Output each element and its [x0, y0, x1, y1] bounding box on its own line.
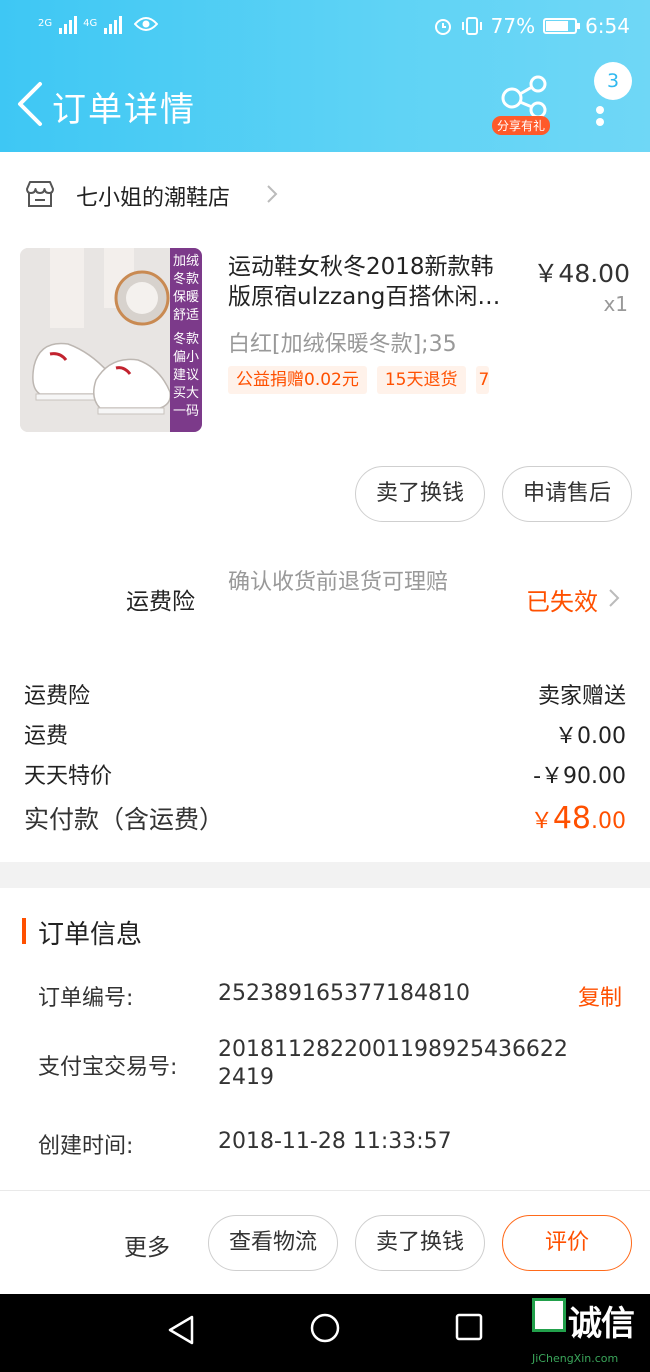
alipay-trade-label: 支付宝交易号: [38, 1055, 178, 1080]
fee-row-discount: 天天特价 -￥90.00 [24, 758, 626, 790]
created-time-value: 2018-11-28 11:33:57 [218, 1129, 452, 1154]
image-promo-word: 冬款 [172, 272, 199, 287]
message-count-badge[interactable]: 3 [594, 62, 632, 100]
app-header: 2G 4G 77% 6:54 订单详情 分享有礼 3 [0, 0, 650, 152]
shipping-insurance-desc: 确认收货前退货可理赔 [228, 570, 449, 595]
fee-value: ￥0.00 [555, 724, 626, 749]
product-title[interactable]: 运动鞋女秋冬2018新款韩 版原宿ulzzang百搭休闲… [228, 252, 528, 312]
battery-icon [543, 18, 581, 34]
total-paid-label: 实付款（含运费） [24, 805, 225, 834]
charity-tag: 公益捐赠0.02元 [228, 366, 367, 394]
total-currency: ￥ [530, 809, 553, 834]
battery-percent: 77% [490, 14, 536, 38]
page-title: 订单详情 [52, 90, 196, 130]
watermark-url: JiChengXin.com [532, 1352, 619, 1365]
image-promo-word: 建议 [172, 368, 199, 383]
fee-row-insurance: 运费险 卖家赠送 [24, 678, 626, 710]
fee-label: 运费险 [24, 684, 91, 709]
image-promo-word: 保暖 [172, 290, 199, 305]
total-decimal: .00 [591, 809, 626, 834]
product-spec: 白红[加绒保暖冬款];35 [228, 332, 457, 357]
section-accent-bar [22, 918, 26, 944]
watermark: 诚信 JiChengXin.com [532, 1296, 650, 1372]
alarm-icon [434, 19, 451, 35]
product-quantity: x1 [603, 292, 628, 316]
nav-recent-apps-icon[interactable] [455, 1313, 483, 1341]
fee-label: 运费 [24, 724, 69, 749]
fee-row-shipping: 运费 ￥0.00 [24, 718, 626, 750]
image-promo-text: 加绒 冬款 保暖 舒适 冬款 偏小 建议 买大 一码 [170, 254, 202, 422]
fee-value: 卖家赠送 [537, 684, 626, 709]
eye-icon [134, 17, 159, 31]
order-number-value: 252389165377184810 [218, 981, 470, 1006]
image-promo-word: 舒适 [172, 308, 199, 323]
shop-name[interactable]: 七小姐的潮鞋店 [76, 180, 230, 212]
vibrate-icon [461, 17, 482, 35]
more-actions-link[interactable]: 更多 [124, 1228, 170, 1262]
sell-exchange-item-button[interactable]: 卖了换钱 [355, 466, 485, 522]
created-time-label: 创建时间: [38, 1134, 134, 1159]
product-image[interactable]: 加绒 冬款 保暖 舒适 冬款 偏小 建议 买大 一码 [20, 248, 202, 432]
clock: 6:54 [585, 14, 630, 38]
store-icon [26, 181, 54, 207]
product-price: ￥48.00 [533, 259, 630, 288]
product-title-line-1: 运动鞋女秋冬2018新款韩 [228, 254, 494, 280]
extra-tag: 7 [475, 366, 489, 394]
order-number-label: 订单编号: [38, 986, 134, 1011]
network-type-1: 2G [38, 18, 53, 29]
review-button[interactable]: 评价 [502, 1215, 632, 1271]
signal-icon-2 [104, 14, 123, 34]
alipay-trade-line-1: 2018112822001198925436622 [218, 1037, 568, 1062]
fee-label: 天天特价 [24, 764, 113, 789]
copy-button[interactable]: 复制 [578, 980, 622, 1012]
image-promo-word: 冬款 [172, 332, 199, 347]
watermark-text: 诚信 [568, 1304, 635, 1344]
fee-value: -￥90.00 [533, 764, 626, 789]
image-promo-word: 一码 [172, 404, 199, 419]
product-title-line-2: 版原宿ulzzang百搭休闲… [228, 284, 501, 310]
nav-back-icon[interactable] [166, 1314, 196, 1346]
nav-home-icon[interactable] [309, 1312, 341, 1344]
bottom-bar-divider [0, 1190, 650, 1191]
image-promo-word: 买大 [172, 386, 199, 401]
order-info-title: 订单信息 [38, 920, 143, 950]
alipay-trade-value: 2018112822001198925436622 2419 [218, 1036, 568, 1092]
watermark-logo-icon [532, 1298, 566, 1332]
total-integer: 48 [552, 801, 591, 836]
return-policy-tag: 15天退货 [376, 366, 466, 394]
back-arrow-icon[interactable] [12, 80, 52, 128]
sell-exchange-button[interactable]: 卖了换钱 [355, 1215, 485, 1271]
share-button[interactable]: 分享有礼 [490, 72, 556, 136]
view-logistics-button[interactable]: 查看物流 [208, 1215, 338, 1271]
signal-icon [59, 14, 78, 34]
image-promo-word: 偏小 [172, 350, 199, 365]
share-badge: 分享有礼 [492, 116, 551, 135]
status-bar: 2G 4G 77% 6:54 [0, 0, 650, 56]
total-paid-row: 实付款（含运费） ￥48.00 [24, 800, 626, 836]
shop-row[interactable]: 七小姐的潮鞋店 [0, 168, 650, 224]
after-sale-button[interactable]: 申请售后 [502, 466, 632, 522]
chevron-right-icon[interactable] [606, 584, 624, 612]
section-divider [0, 862, 650, 888]
network-type-2: 4G [83, 18, 98, 29]
chevron-right-icon [267, 185, 278, 203]
image-promo-word: 加绒 [172, 254, 199, 269]
total-paid-value: ￥48.00 [531, 801, 626, 836]
shipping-insurance-status[interactable]: 已失效 [526, 582, 598, 617]
alipay-trade-line-2: 2419 [218, 1065, 274, 1090]
service-tags: 公益捐赠0.02元 15天退货 7 [228, 366, 489, 394]
shipping-insurance-label: 运费险 [126, 589, 195, 615]
share-icon [501, 75, 547, 119]
